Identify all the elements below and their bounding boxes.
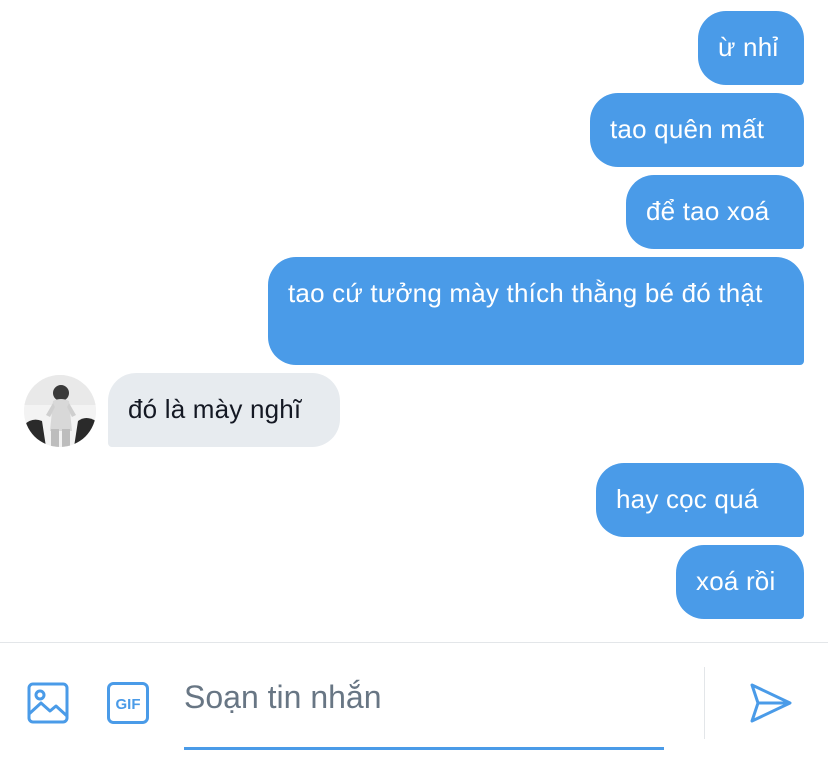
- gif-icon[interactable]: GIF: [106, 681, 150, 725]
- message-input[interactable]: [184, 677, 664, 717]
- divider: [704, 667, 705, 739]
- input-underline: [184, 747, 664, 750]
- avatar[interactable]: [24, 375, 96, 447]
- message-bubble-sent[interactable]: để tao xoá: [626, 175, 804, 249]
- image-icon[interactable]: [26, 681, 70, 725]
- message-bubble-sent[interactable]: hay cọc quá: [596, 463, 804, 537]
- gif-icon-label: GIF: [116, 696, 141, 713]
- message-composer: GIF: [0, 642, 828, 763]
- message-text: đó là mày nghĩ: [128, 394, 302, 424]
- message-list: ừ nhỉ tao quên mất để tao xoá tao cứ tưở…: [0, 0, 828, 642]
- message-text: tao cứ tưởng mày thích thằng bé đó thật: [288, 278, 763, 308]
- message-bubble-sent[interactable]: tao cứ tưởng mày thích thằng bé đó thật: [268, 257, 804, 365]
- dm-conversation: ừ nhỉ tao quên mất để tao xoá tao cứ tưở…: [0, 0, 828, 763]
- message-text: ừ nhỉ: [718, 32, 779, 62]
- send-icon[interactable]: [748, 681, 794, 725]
- message-text: xoá rồi: [696, 566, 776, 596]
- message-bubble-sent[interactable]: tao quên mất: [590, 93, 804, 167]
- message-text: hay cọc quá: [616, 484, 759, 514]
- message-text: để tao xoá: [646, 196, 770, 226]
- message-bubble-received[interactable]: đó là mày nghĩ: [108, 373, 340, 447]
- message-text: tao quên mất: [610, 114, 765, 144]
- avatar-photo: [24, 375, 96, 447]
- message-bubble-sent[interactable]: ừ nhỉ: [698, 11, 804, 85]
- message-bubble-sent[interactable]: xoá rồi: [676, 545, 804, 619]
